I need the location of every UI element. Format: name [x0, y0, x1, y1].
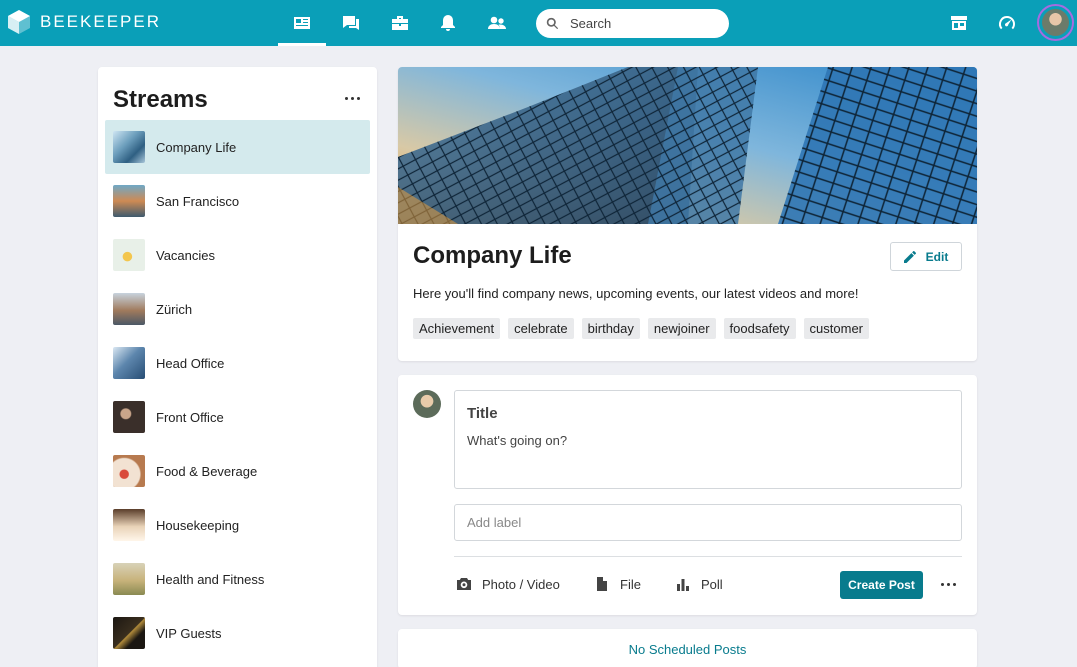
streams-icon: [294, 17, 310, 29]
stream-item-vip-guests[interactable]: VIP Guests: [105, 606, 370, 660]
search-bar[interactable]: [536, 9, 729, 38]
poll-label: Poll: [701, 576, 723, 592]
poll-icon: [677, 579, 689, 591]
photo-video-label: Photo / Video: [482, 576, 560, 592]
composer-more-icon[interactable]: [941, 583, 956, 586]
top-bar: BEEKEEPER: [0, 0, 1077, 46]
stream-thumbnail: [113, 293, 145, 325]
tag-chip[interactable]: celebrate: [508, 318, 574, 339]
stream-description: Here you'll find company news, upcoming …: [413, 286, 859, 301]
stream-item-front-office[interactable]: Front Office: [105, 390, 370, 444]
stream-thumbnail: [113, 131, 145, 163]
post-title-field[interactable]: Title: [467, 405, 498, 422]
sidebar-more-icon[interactable]: [345, 94, 361, 102]
stream-item-label: Front Office: [156, 409, 224, 425]
people-icon: [488, 16, 506, 29]
stream-item-label: Zürich: [156, 301, 193, 317]
stream-thumbnail: [113, 509, 145, 541]
stream-thumbnail: [113, 347, 145, 379]
beekeeper-logo-icon: [8, 10, 30, 34]
file-button[interactable]: File: [594, 576, 641, 592]
stream-item-housekeeping[interactable]: Housekeeping: [105, 498, 370, 552]
sidebar-title: Streams: [113, 86, 208, 113]
stream-thumbnail: [113, 239, 145, 271]
camera-icon: [457, 578, 471, 590]
stream-item-san-francisco[interactable]: San Francisco: [105, 174, 370, 228]
create-post-button[interactable]: Create Post: [840, 571, 923, 599]
pencil-icon: [903, 250, 916, 263]
nav-notifications[interactable]: [424, 0, 472, 46]
edit-stream-button[interactable]: Edit: [890, 242, 962, 271]
composer-avatar: [413, 390, 441, 418]
stream-item-label: VIP Guests: [156, 625, 222, 641]
nav-store[interactable]: [935, 0, 983, 46]
scheduled-posts-card: No Scheduled Posts: [398, 629, 977, 667]
stream-item-head-office[interactable]: Head Office: [105, 336, 370, 390]
user-avatar[interactable]: [1037, 4, 1074, 41]
stream-thumbnail: [113, 401, 145, 433]
photo-video-button[interactable]: Photo / Video: [456, 576, 560, 592]
stream-item-vacancies[interactable]: Vacancies: [105, 228, 370, 282]
poll-button[interactable]: Poll: [675, 576, 723, 592]
stream-thumbnail: [113, 563, 145, 595]
tag-chip[interactable]: newjoiner: [647, 318, 716, 339]
brand-name: BEEKEEPER: [40, 12, 161, 31]
stream-item-label: Housekeeping: [156, 517, 240, 533]
stream-title: Company Life: [413, 242, 572, 269]
nav-dashboard[interactable]: [983, 0, 1031, 46]
post-body-field[interactable]: What's going on?: [467, 433, 567, 448]
dashboard-icon: [998, 15, 1015, 30]
tag-chip[interactable]: birthday: [581, 318, 640, 339]
stream-cover-image: [398, 67, 977, 224]
streams-sidebar: Streams Company Life San Francisco Vacan…: [98, 67, 377, 667]
stream-item-label: Health and Fitness: [156, 571, 265, 587]
post-editor[interactable]: Title What's going on?: [454, 390, 962, 489]
stream-item-label: Vacancies: [156, 247, 216, 263]
stream-thumbnail: [113, 617, 145, 649]
file-label: File: [620, 576, 641, 592]
bell-icon: [441, 15, 455, 31]
stream-tags: Achievement celebrate birthday newjoiner…: [413, 318, 870, 339]
stream-item-label: Company Life: [156, 139, 237, 155]
chat-icon: [343, 16, 359, 30]
edit-button-label: Edit: [925, 249, 949, 264]
scheduled-posts-link[interactable]: No Scheduled Posts: [398, 629, 977, 667]
avatar-image: [1042, 9, 1069, 36]
tag-chip[interactable]: customer: [803, 318, 870, 339]
stream-thumbnail: [113, 185, 145, 217]
add-label-input[interactable]: [454, 504, 962, 541]
brand[interactable]: BEEKEEPER: [8, 10, 161, 34]
stream-item-health-fitness[interactable]: Health and Fitness: [105, 552, 370, 606]
stream-item-label: Food & Beverage: [156, 463, 258, 479]
stream-thumbnail: [113, 455, 145, 487]
file-icon: [597, 577, 607, 591]
tag-chip[interactable]: Achievement: [413, 318, 501, 339]
stream-header-card: Company Life Edit Here you'll find compa…: [398, 67, 977, 361]
nav-toolbox[interactable]: [376, 0, 424, 46]
stream-item-zurich[interactable]: Zürich: [105, 282, 370, 336]
tag-chip[interactable]: foodsafety: [723, 318, 796, 339]
nav-people[interactable]: [473, 0, 521, 46]
store-icon: [951, 16, 967, 30]
stream-item-company-life[interactable]: Company Life: [105, 120, 370, 174]
stream-item-label: Head Office: [156, 355, 225, 371]
nav-streams[interactable]: [278, 0, 326, 46]
post-composer-card: Title What's going on? Photo / Video Fil…: [398, 375, 977, 615]
search-icon: [546, 17, 559, 30]
stream-item-label: San Francisco: [156, 193, 240, 209]
search-input[interactable]: [570, 16, 710, 31]
toolbox-icon: [392, 16, 408, 30]
divider: [454, 556, 962, 557]
nav-chat[interactable]: [327, 0, 375, 46]
stream-item-food-beverage[interactable]: Food & Beverage: [105, 444, 370, 498]
